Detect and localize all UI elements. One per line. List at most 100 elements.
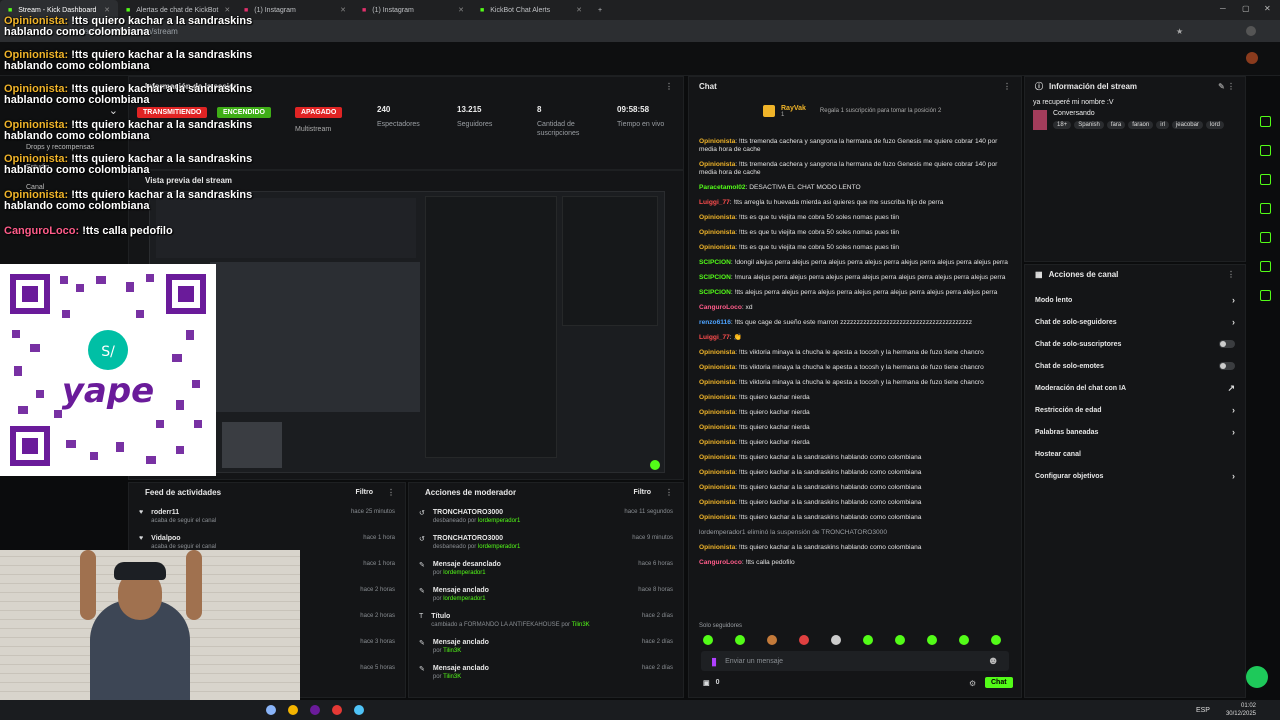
chat-message[interactable]: SCIPCION: !mura alejus perra alejus perr… bbox=[689, 271, 1021, 286]
chat-message[interactable]: SCIPCION: !dongil alejus perra alejus pe… bbox=[689, 256, 1021, 271]
chat-message[interactable]: lordemperador1 eliminó la suspensión de … bbox=[689, 526, 1021, 541]
chat-message[interactable]: Opinionista: !tts quiero kachar a la san… bbox=[689, 451, 1021, 466]
close-icon[interactable]: ✕ bbox=[224, 6, 230, 14]
chat-message[interactable]: Opinionista: !tts viktoria minaya la chu… bbox=[689, 346, 1021, 361]
chat-username[interactable]: Opinionista bbox=[699, 161, 735, 168]
filter-button[interactable]: Filtro bbox=[634, 489, 652, 496]
layout-icon[interactable] bbox=[1259, 261, 1271, 272]
chat-username[interactable]: SCIPCION bbox=[699, 274, 731, 281]
maximize-icon[interactable]: ▢ bbox=[1242, 4, 1250, 13]
chat-username[interactable]: Opinionista bbox=[699, 424, 735, 431]
target-icon[interactable] bbox=[1259, 116, 1271, 127]
nav-drops[interactable]: Drops y recompensas bbox=[26, 144, 94, 151]
chat-message[interactable]: CanguroLoco: xd bbox=[689, 301, 1021, 316]
chat-username[interactable]: Opinionista bbox=[699, 409, 735, 416]
chat-username[interactable]: Opinionista bbox=[699, 469, 735, 476]
channel-action-0[interactable]: Modo lento › bbox=[1025, 289, 1245, 311]
tag-pill[interactable]: lord bbox=[1205, 121, 1224, 129]
close-icon[interactable]: ✕ bbox=[458, 6, 464, 14]
chat-username[interactable]: Opinionista bbox=[699, 349, 735, 356]
language-indicator[interactable]: ESP bbox=[1196, 707, 1210, 714]
channel-action-1[interactable]: Chat de solo-seguidores › bbox=[1025, 311, 1245, 333]
chrome-icon[interactable] bbox=[288, 705, 298, 715]
close-icon[interactable]: ✕ bbox=[104, 6, 110, 14]
chat-message[interactable]: Opinionista: !tts es que tu viejita me c… bbox=[689, 226, 1021, 241]
edit-icon[interactable]: ✎ ⋮ bbox=[1218, 82, 1235, 91]
channel-action-8[interactable]: Configurar objetivos › bbox=[1025, 465, 1245, 487]
more-icon[interactable]: ⋮ bbox=[387, 488, 395, 497]
star-icon[interactable]: ★ bbox=[1176, 27, 1183, 36]
chat-username[interactable]: Opinionista bbox=[699, 364, 735, 371]
chat-message[interactable]: Opinionista: !tts quiero kachar nierda bbox=[689, 391, 1021, 406]
chat-message[interactable]: Opinionista: !tts viktoria minaya la chu… bbox=[689, 361, 1021, 376]
emote-bar[interactable] bbox=[703, 635, 1001, 645]
channel-action-6[interactable]: Palabras baneadas › bbox=[1025, 421, 1245, 443]
chat-message[interactable]: Opinionista: !tts quiero kachar nierda bbox=[689, 406, 1021, 421]
chat-username[interactable]: Opinionista bbox=[699, 229, 735, 236]
chat-message[interactable]: Luiggi_77: !tts arregla tu huevada mierd… bbox=[689, 196, 1021, 211]
browser-tab[interactable]: ■ (1) Instagram ✕ bbox=[354, 0, 472, 20]
telegram-icon[interactable] bbox=[354, 705, 364, 715]
profile-avatar[interactable] bbox=[1246, 52, 1258, 64]
chat-username[interactable]: Opinionista bbox=[699, 138, 735, 145]
chat-message[interactable]: Opinionista: !tts tremenda cachera y san… bbox=[689, 158, 1021, 181]
send-chat-button[interactable]: Chat bbox=[985, 677, 1013, 688]
chat-username[interactable]: Opinionista bbox=[699, 544, 735, 551]
chat-message[interactable]: renzo6116: !tts que cage de sueño este m… bbox=[689, 316, 1021, 331]
chat-message[interactable]: Opinionista: !tts viktoria minaya la chu… bbox=[689, 376, 1021, 391]
tag-pill[interactable]: faraon bbox=[1128, 121, 1154, 129]
chat-message[interactable]: Opinionista: !tts es que tu viejita me c… bbox=[689, 241, 1021, 256]
close-window-icon[interactable]: ✕ bbox=[1264, 4, 1271, 13]
search-icon[interactable] bbox=[266, 705, 276, 715]
emoji-icon[interactable]: ☻ bbox=[987, 655, 999, 667]
tag-pill[interactable]: 18+ bbox=[1053, 121, 1072, 129]
more-icon[interactable]: ⋮ bbox=[665, 488, 673, 497]
chat-message[interactable]: Opinionista: !tts quiero kachar nierda bbox=[689, 421, 1021, 436]
support-chat-button[interactable] bbox=[1246, 666, 1268, 688]
chat-username[interactable]: Paracetamol02 bbox=[699, 184, 746, 191]
chat-username[interactable]: SCIPCION bbox=[699, 289, 731, 296]
wrench-icon[interactable] bbox=[1259, 290, 1271, 301]
clock[interactable]: 01:02 30/12/2025 bbox=[1226, 702, 1256, 718]
chat-username[interactable]: Opinionista bbox=[699, 439, 735, 446]
chat-username[interactable]: Luiggi_77 bbox=[699, 334, 730, 341]
chat-username[interactable]: Opinionista bbox=[699, 394, 735, 401]
tag-pill[interactable]: irl bbox=[1156, 121, 1169, 129]
chat-input[interactable]: ▮ Enviar un mensaje ☻ bbox=[701, 651, 1009, 671]
toggle-switch[interactable] bbox=[1219, 362, 1235, 370]
obs-icon[interactable] bbox=[310, 705, 320, 715]
chat-username[interactable]: Opinionista bbox=[699, 379, 735, 386]
more-icon[interactable]: ⋮ bbox=[665, 82, 673, 91]
chat-username[interactable]: Luiggi_77 bbox=[699, 199, 730, 206]
chat-message[interactable]: Luiggi_77: 👏 bbox=[689, 331, 1021, 346]
chat-username[interactable]: Opinionista bbox=[699, 214, 735, 221]
minimize-icon[interactable]: ─ bbox=[1220, 4, 1226, 13]
chat-message[interactable]: Paracetamol02: DESACTIVA EL CHAT MODO LE… bbox=[689, 181, 1021, 196]
close-icon[interactable]: ✕ bbox=[340, 6, 346, 14]
chat-message[interactable]: Opinionista: !tts quiero kachar a la san… bbox=[689, 541, 1021, 556]
chat-username[interactable]: CanguroLoco bbox=[699, 559, 742, 566]
chat-username[interactable]: Opinionista bbox=[699, 244, 735, 251]
settings-icon[interactable]: ⚙ bbox=[969, 679, 976, 688]
browser-tab[interactable]: ■ KickBot Chat Alerts ✕ bbox=[472, 0, 590, 20]
lightning-icon[interactable] bbox=[1259, 145, 1271, 156]
chat-username[interactable]: CanguroLoco bbox=[699, 304, 742, 311]
tag-pill[interactable]: jeacobar bbox=[1171, 121, 1203, 129]
chat-username[interactable]: SCIPCION bbox=[699, 259, 731, 266]
chat-message[interactable]: Opinionista: !tts es que tu viejita me c… bbox=[689, 211, 1021, 226]
chat-message[interactable]: Opinionista: !tts quiero kachar a la san… bbox=[689, 511, 1021, 526]
chat-message[interactable]: SCIPCION: !tts alejus perra alejus perra… bbox=[689, 286, 1021, 301]
chat-icon[interactable] bbox=[1259, 203, 1271, 214]
channel-action-7[interactable]: Hostear canal bbox=[1025, 443, 1245, 465]
channel-action-5[interactable]: Restricción de edad › bbox=[1025, 399, 1245, 421]
chat-message[interactable]: Opinionista: !tts quiero kachar a la san… bbox=[689, 466, 1021, 481]
chat-message[interactable]: Opinionista: !tts quiero kachar a la san… bbox=[689, 496, 1021, 511]
link-icon[interactable] bbox=[1259, 232, 1271, 243]
more-icon[interactable]: ⋮ bbox=[1227, 270, 1235, 279]
channel-action-4[interactable]: Moderación del chat con IA ↗ bbox=[1025, 377, 1245, 399]
chat-message[interactable]: Opinionista: !tts tremenda cachera y san… bbox=[689, 135, 1021, 158]
avatar[interactable] bbox=[1246, 26, 1256, 36]
tag-pill[interactable]: Spanish bbox=[1074, 121, 1104, 129]
chat-username[interactable]: Opinionista bbox=[699, 484, 735, 491]
gift-leaderboard[interactable]: RayVak 1 Regala 1 suscripción para tomar … bbox=[689, 95, 1021, 127]
